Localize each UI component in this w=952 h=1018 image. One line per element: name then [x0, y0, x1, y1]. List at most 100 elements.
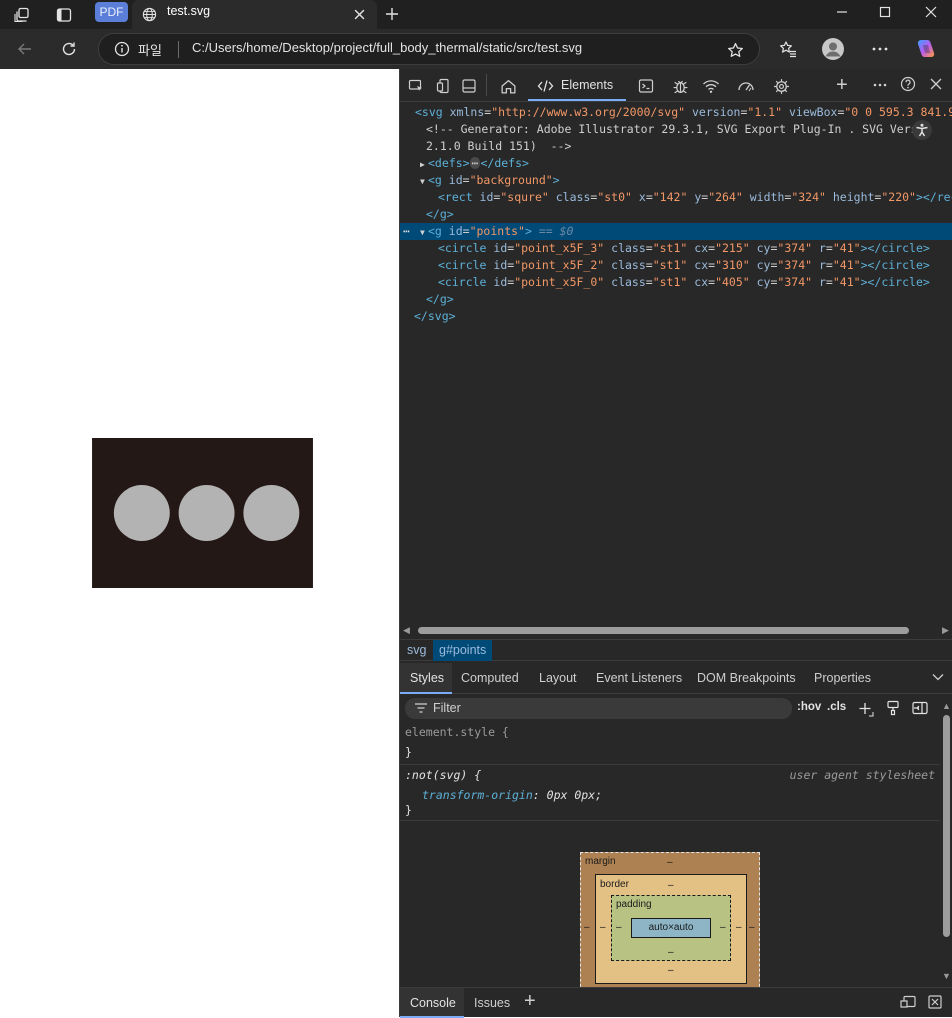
tag-open: <rect: [438, 190, 480, 204]
dom-line-comment[interactable]: <!-- Generator: Adobe Illustrator 29.3.1…: [426, 121, 916, 138]
dom-line-defs[interactable]: ▶ <defs> ⋯ </defs>: [420, 155, 529, 172]
subtab-properties[interactable]: Properties: [814, 663, 871, 693]
dom-line-circle[interactable]: <circle id="point_x5F_2" class="st1" cx=…: [438, 257, 930, 274]
cls-toggle[interactable]: .cls: [827, 701, 846, 713]
welcome-home-icon[interactable]: [498, 76, 518, 96]
paint-brush-icon[interactable]: [884, 699, 902, 717]
svg-point-circle: [243, 485, 300, 541]
scroll-up-arrow-icon[interactable]: ▲: [942, 701, 951, 711]
chevron-down-icon[interactable]: [929, 668, 947, 686]
new-style-rule-icon[interactable]: [857, 700, 875, 718]
favorites-icon[interactable]: [777, 38, 799, 60]
help-icon[interactable]: [898, 74, 918, 94]
dock-drawer-icon[interactable]: [898, 993, 918, 1011]
scroll-down-arrow-icon[interactable]: ▼: [942, 971, 951, 981]
site-info-label[interactable]: 파일: [138, 40, 162, 59]
dom-line-circle[interactable]: <circle id="point_x5F_0" class="st1" cx=…: [438, 274, 930, 291]
dom-line-g-close[interactable]: </g>: [426, 206, 454, 223]
back-icon[interactable]: [14, 39, 36, 59]
more-options-icon[interactable]: [869, 38, 891, 60]
new-tab-icon[interactable]: [382, 4, 402, 24]
dom-line-rect[interactable]: <rect id="squre" class="st0" x="142" y="…: [438, 189, 952, 206]
selected-node-marker: == $0: [531, 224, 574, 238]
subtab-layout[interactable]: Layout: [539, 663, 577, 693]
tag-close: </defs>: [480, 156, 529, 170]
svg-point-circle: [178, 485, 235, 541]
css-declaration[interactable]: transform-origin: 0px 0px;: [422, 787, 602, 804]
dom-line-circle[interactable]: <circle id="point_x5F_3" class="st1" cx=…: [438, 240, 930, 257]
add-panel-button[interactable]: +: [836, 73, 848, 97]
drawer-tab-issues[interactable]: Issues: [474, 996, 510, 1010]
close-window-icon[interactable]: [919, 2, 943, 22]
rule-selector[interactable]: :not(svg) {: [405, 767, 481, 784]
styles-filter-input[interactable]: Filter: [405, 698, 792, 719]
refresh-icon[interactable]: [58, 39, 80, 59]
attr-value: "324": [791, 190, 826, 204]
subtab-styles[interactable]: Styles: [400, 663, 452, 694]
subtab-computed[interactable]: Computed: [461, 663, 519, 693]
active-tab[interactable]: test.svg: [132, 0, 377, 29]
workspaces-icon[interactable]: [12, 5, 32, 25]
breadcrumb-svg[interactable]: svg: [407, 643, 426, 657]
element-style-selector[interactable]: element.style {: [405, 724, 509, 741]
dom-line-comment-end[interactable]: 2.1.0 Build 151) -->: [426, 138, 571, 155]
devtools-more-icon[interactable]: [870, 75, 890, 95]
dom-line-g-background[interactable]: ▼ <g id="background">: [420, 172, 560, 189]
breadcrumb-g-points[interactable]: g#points: [433, 640, 493, 661]
scroll-left-arrow-icon[interactable]: ◀: [403, 625, 410, 636]
box-model-padding[interactable]: padding – – – auto×auto: [611, 895, 731, 961]
performance-gauge-icon[interactable]: [736, 76, 756, 96]
scroll-right-arrow-icon[interactable]: ▶: [942, 625, 949, 636]
console-icon[interactable]: [636, 76, 656, 96]
dom-horizontal-scrollbar[interactable]: ◀ ▶: [400, 623, 952, 637]
scroll-thumb[interactable]: [418, 627, 909, 634]
memory-chip-icon[interactable]: [771, 76, 791, 96]
accessibility-icon[interactable]: [912, 120, 932, 140]
toggle-sidebar-icon[interactable]: [910, 699, 930, 717]
element-style-text: element.style {: [405, 725, 509, 739]
network-wifi-icon[interactable]: [701, 76, 721, 96]
close-tab-icon[interactable]: [350, 5, 368, 23]
box-model-content[interactable]: auto×auto: [631, 918, 711, 938]
dom-line-g-points-close[interactable]: </g>: [426, 291, 454, 308]
url-text[interactable]: C:/Users/home/Desktop/project/full_body_…: [192, 40, 582, 55]
box-model-border[interactable]: border – – – – padding – – – auto×auto: [595, 874, 747, 984]
close-drawer-icon[interactable]: [925, 993, 945, 1011]
minimize-icon[interactable]: [830, 2, 854, 22]
info-icon[interactable]: [113, 40, 131, 58]
node-actions-dots[interactable]: ⋯: [403, 223, 410, 240]
device-emulation-icon[interactable]: [434, 76, 454, 96]
pdf-tab-badge[interactable]: PDF: [95, 2, 128, 22]
dom-line-g-points-selected[interactable]: ⋯ ▼ <g id="points"> == $0: [400, 223, 952, 240]
address-bar[interactable]: 파일 C:/Users/home/Desktop/project/full_bo…: [98, 33, 760, 65]
profile-avatar-icon[interactable]: [821, 37, 845, 61]
styles-vertical-scrollbar[interactable]: ▲ ▼: [940, 699, 952, 987]
toggle-drawer-icon[interactable]: [459, 76, 479, 96]
close-devtools-icon[interactable]: [926, 74, 946, 94]
drawer-tab-console[interactable]: Console: [400, 988, 464, 1018]
attr-name: width: [749, 190, 785, 204]
attr-name: r: [818, 241, 826, 255]
drawer-add-tab-button[interactable]: +: [524, 990, 536, 1013]
collapsed-ellipsis[interactable]: ⋯: [469, 157, 481, 169]
tab-elements[interactable]: Elements: [528, 69, 626, 102]
v-scroll-thumb[interactable]: [943, 715, 950, 937]
subtab-dom-breakpoints[interactable]: DOM Breakpoints: [697, 663, 796, 693]
attr-value: "squre": [500, 190, 549, 204]
box-model-margin[interactable]: margin – – – border – – – – padding – – …: [580, 852, 760, 987]
maximize-icon[interactable]: [873, 2, 897, 22]
tab-actions-icon[interactable]: [54, 5, 74, 25]
bug-sources-icon[interactable]: [670, 76, 690, 96]
favorite-star-icon[interactable]: [725, 40, 745, 60]
subtab-event-listeners[interactable]: Event Listeners: [596, 663, 682, 693]
copilot-icon[interactable]: [913, 36, 939, 62]
hov-toggle[interactable]: :hov: [797, 701, 821, 713]
attr-value: "point_x5F_3": [514, 241, 605, 255]
dom-line-svg-close[interactable]: </svg>: [414, 308, 456, 325]
dom-line-svg-open[interactable]: <svg xmlns="http://www.w3.org/2000/svg" …: [415, 104, 952, 121]
tag-part: ></circle>: [860, 241, 930, 255]
attr-value: "215": [715, 241, 750, 255]
attr-name: viewBox: [788, 105, 838, 119]
inspect-element-icon[interactable]: [406, 76, 426, 96]
attr-name: cy: [756, 275, 771, 289]
